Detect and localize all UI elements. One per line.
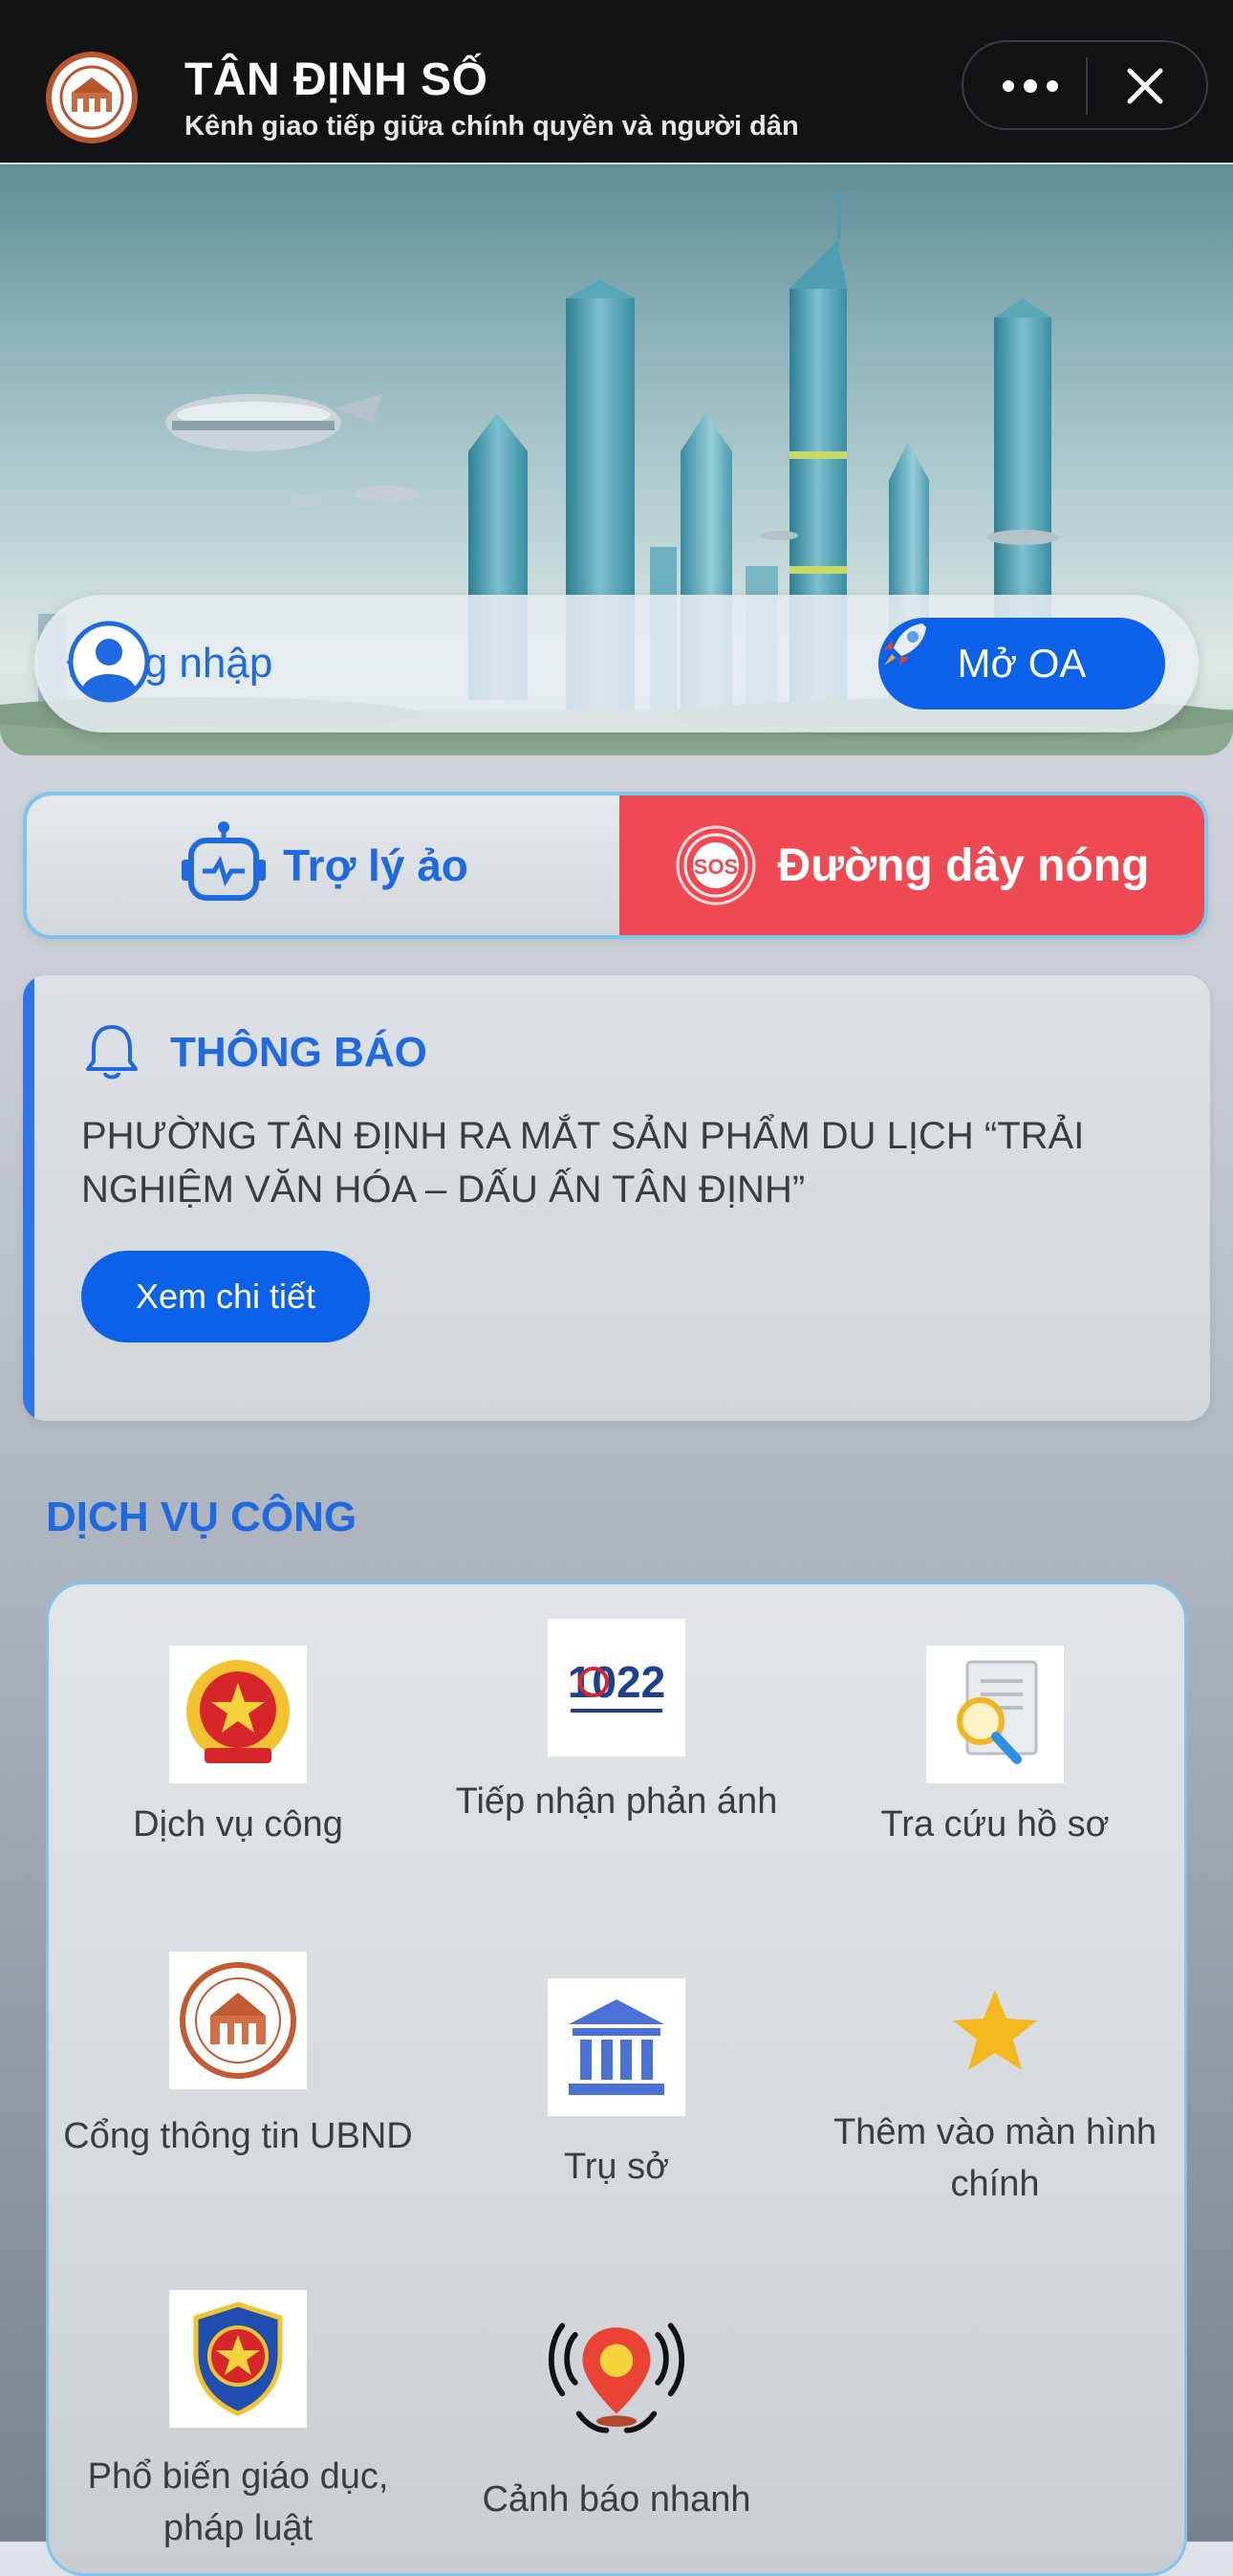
service-label: Dịch vụ công — [133, 1804, 343, 1845]
hotline-button[interactable]: SOS Đường dây nóng — [619, 796, 1204, 935]
alert-pin-icon — [548, 2307, 685, 2445]
document-search-icon — [926, 1646, 1064, 1783]
service-ubnd-portal[interactable]: Cổng thông tin UBND — [49, 1952, 427, 2219]
app-subtitle: Kênh giao tiếp giữa chính quyền và người… — [184, 111, 799, 142]
services-grid: Dịch vụ công 1022 Tiếp nhận phản ánh Tra… — [46, 1582, 1187, 2576]
view-details-button[interactable]: Xem chi tiết — [81, 1251, 370, 1343]
login-link[interactable]: Đăng nhập — [67, 620, 272, 708]
hero-banner: Đăng nhập Mở OA — [0, 164, 1233, 755]
service-quick-alert[interactable]: Cảnh báo nhanh — [427, 2307, 806, 2546]
miniapp-capsule — [962, 40, 1208, 130]
service-label: Thêm vào màn hình chính — [833, 2112, 1157, 2204]
building-icon — [548, 1978, 685, 2116]
notice-header: THÔNG BÁO — [82, 1021, 427, 1084]
service-label: Cảnh báo nhanh — [482, 2479, 751, 2520]
service-label: Cổng thông tin UBND — [63, 2116, 413, 2156]
ward-seal-icon — [169, 1952, 307, 2089]
service-public-services[interactable]: Dịch vụ công — [49, 1632, 427, 1845]
rocket-icon — [884, 623, 926, 666]
capsule-divider — [1086, 57, 1088, 115]
notice-title: THÔNG BÁO — [170, 1029, 427, 1076]
services-heading: DỊCH VỤ CÔNG — [46, 1494, 357, 1540]
more-dot-icon — [1003, 80, 1014, 92]
quick-actions: Trợ lý ảo SOS Đường dây nóng — [23, 792, 1208, 939]
police-badge-icon — [169, 2290, 307, 2428]
service-headquarters[interactable]: Trụ sở — [427, 1978, 806, 2198]
service-record-lookup[interactable]: Tra cứu hồ sơ — [806, 1632, 1184, 1845]
notice-accent-stripe — [23, 975, 34, 1421]
close-icon — [1127, 68, 1163, 104]
service-label: Tra cứu hồ sơ — [880, 1804, 1110, 1845]
more-dot-icon — [1024, 79, 1037, 93]
hotline-1022-icon: 1022 — [548, 1619, 685, 1757]
ward-logo-icon — [46, 52, 138, 143]
national-emblem-icon — [169, 1646, 307, 1783]
close-button[interactable] — [1107, 57, 1183, 115]
star-icon — [926, 1961, 1064, 2099]
service-feedback[interactable]: 1022 Tiếp nhận phản ánh — [427, 1619, 806, 1887]
robot-icon — [182, 821, 267, 901]
more-dot-icon — [1047, 80, 1058, 92]
virtual-assistant-button[interactable]: Trợ lý ảo — [27, 796, 619, 935]
service-add-to-home[interactable]: Thêm vào màn hình chính — [806, 1961, 1184, 2219]
open-oa-label: Mở OA — [957, 641, 1087, 686]
more-options-button[interactable] — [990, 59, 1071, 113]
service-label: Trụ sở — [563, 2147, 670, 2187]
login-bar: Đăng nhập Mở OA — [34, 595, 1199, 732]
bell-icon — [86, 1025, 138, 1080]
sos-icon: SOS — [676, 825, 756, 906]
top-bar: TÂN ĐỊNH SỐ Kênh giao tiếp giữa chính qu… — [0, 0, 1233, 163]
service-label: Phổ biến giáo dục, pháp luật — [87, 2456, 389, 2548]
hotline-1022-text: 1022 — [568, 1657, 665, 1707]
svg-text:SOS: SOS — [693, 855, 737, 879]
service-label: Tiếp nhận phản ánh — [455, 1781, 778, 1822]
user-avatar-icon — [68, 621, 150, 703]
notice-card: THÔNG BÁO PHƯỜNG TÂN ĐỊNH RA MẮT SẢN PHẨ… — [23, 975, 1210, 1421]
open-oa-button[interactable]: Mở OA — [878, 618, 1165, 709]
app-title: TÂN ĐỊNH SỐ — [184, 55, 488, 105]
virtual-assistant-label: Trợ lý ảo — [283, 840, 468, 890]
hotline-label: Đường dây nóng — [777, 840, 1150, 891]
notice-body: PHƯỜNG TÂN ĐỊNH RA MẮT SẢN PHẨM DU LỊCH … — [81, 1115, 1085, 1211]
service-legal-education[interactable]: Phổ biến giáo dục, pháp luật — [49, 2290, 427, 2558]
